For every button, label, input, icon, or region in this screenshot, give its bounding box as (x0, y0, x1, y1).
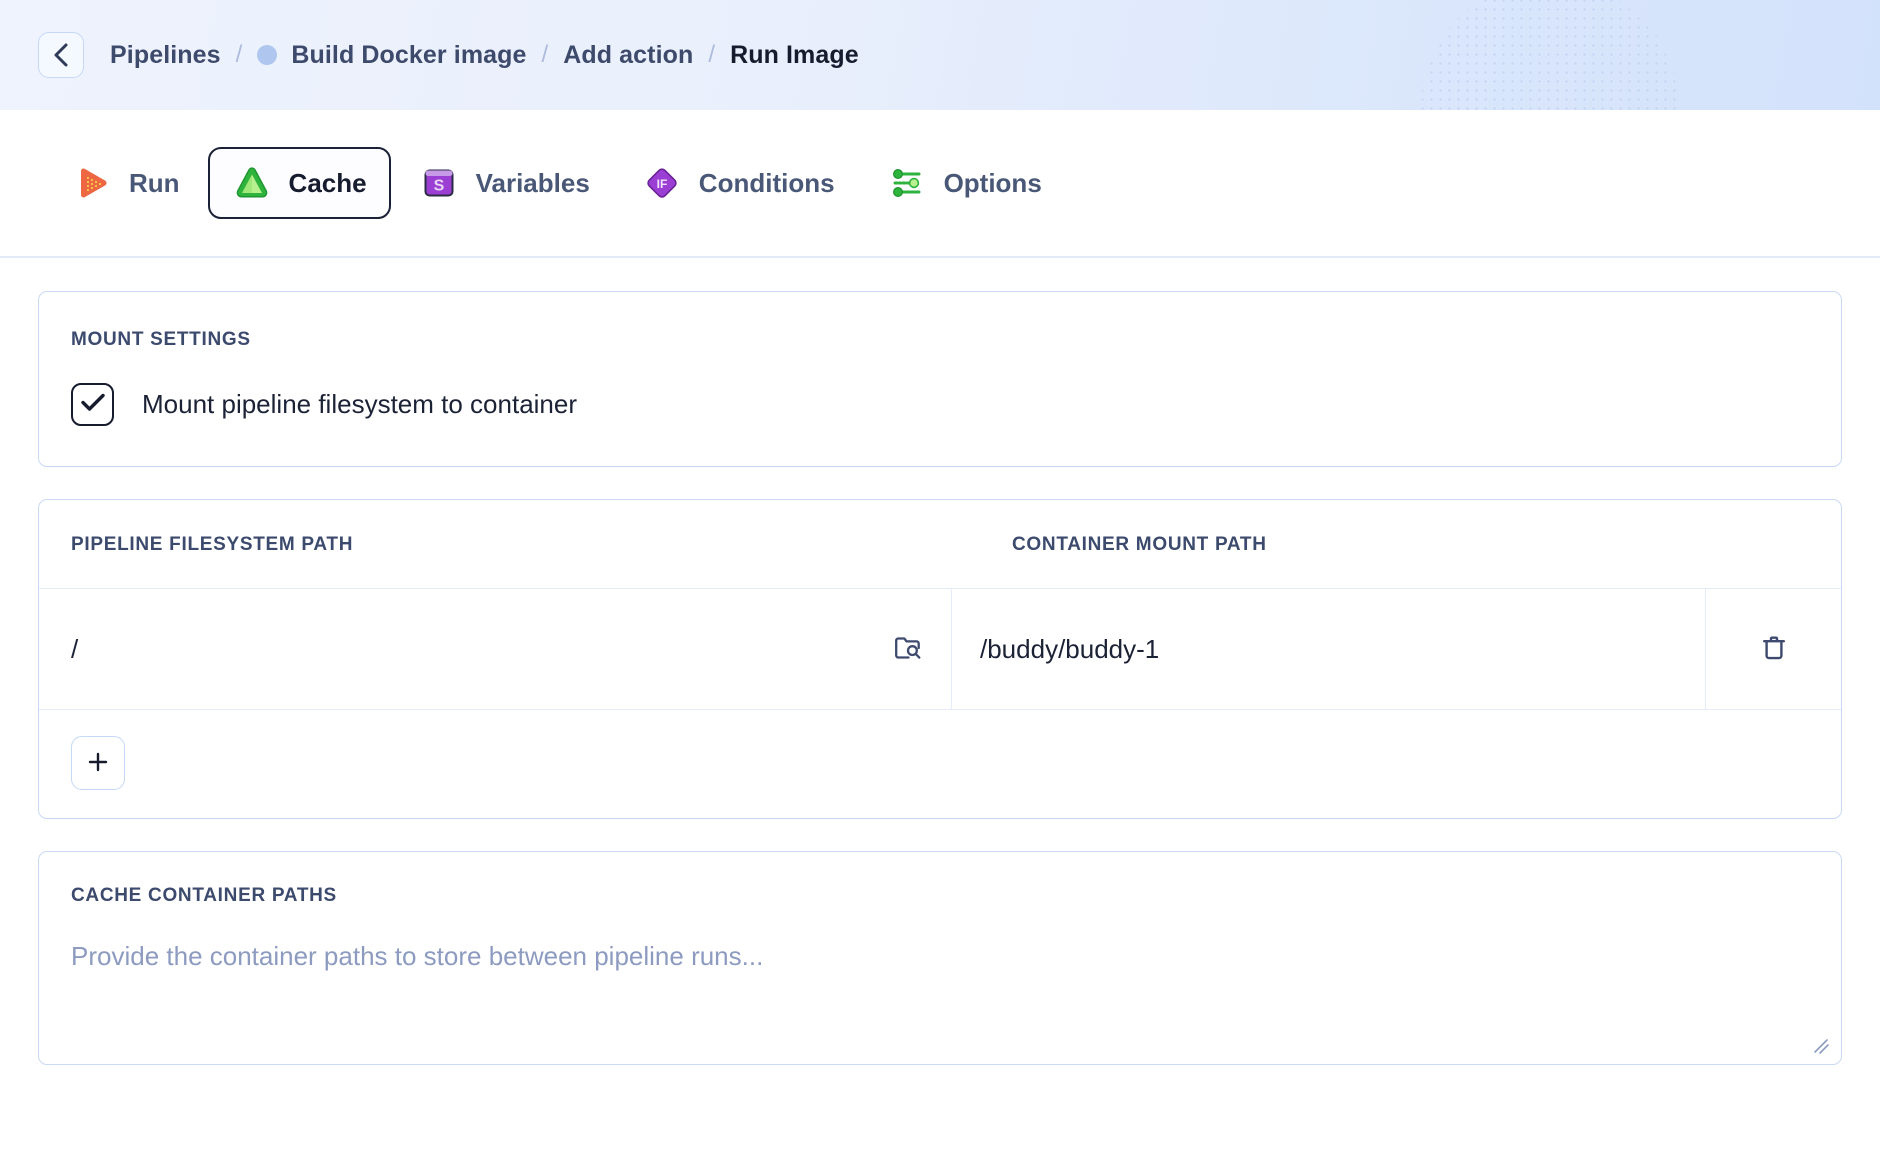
sliders-icon (887, 163, 927, 203)
column-header-pipeline-filesystem-path: PIPELINE FILESYSTEM PATH (71, 534, 354, 555)
main-content: MOUNT SETTINGS Mount pipeline filesystem… (0, 258, 1880, 1065)
trash-icon (1759, 633, 1789, 666)
container-path-value[interactable]: /buddy/buddy-1 (980, 634, 1159, 665)
play-icon (72, 163, 112, 203)
chevron-left-icon (50, 42, 72, 68)
action-tabs: Run Cache S Variables IF Conditions Opti… (0, 110, 1880, 258)
browse-filesystem-button[interactable] (889, 629, 927, 670)
tab-conditions[interactable]: IF Conditions (618, 147, 859, 219)
tab-run-label: Run (129, 167, 180, 198)
breadcrumb: Pipelines / Build Docker image / Add act… (110, 41, 859, 70)
mount-filesystem-row[interactable]: Mount pipeline filesystem to container (71, 383, 1809, 426)
breadcrumb-item-run-image: Run Image (730, 40, 859, 69)
breadcrumb-item-build-docker-image[interactable]: Build Docker image (291, 41, 526, 70)
mount-filesystem-label[interactable]: Mount pipeline filesystem to container (142, 389, 577, 420)
cache-container-paths-card: CACHE CONTAINER PATHS Provide the contai… (38, 851, 1842, 1065)
tab-cache-label: Cache (288, 167, 367, 198)
breadcrumb-separator: / (235, 41, 243, 68)
folder-search-icon (893, 633, 923, 666)
table-row: / /buddy/buddy-1 (39, 588, 1841, 710)
mount-settings-card: MOUNT SETTINGS Mount pipeline filesystem… (38, 291, 1842, 467)
svg-text:IF: IF (656, 177, 667, 191)
mount-settings-title: MOUNT SETTINGS (71, 329, 251, 350)
pipeline-path-value[interactable]: / (71, 634, 78, 665)
svg-text:S: S (433, 178, 444, 195)
resize-handle-icon[interactable] (1811, 1036, 1831, 1056)
cache-container-paths-title: CACHE CONTAINER PATHS (71, 885, 337, 906)
check-icon (80, 392, 106, 417)
tab-conditions-label: Conditions (698, 167, 835, 198)
breadcrumb-item-add-action[interactable]: Add action (563, 41, 693, 70)
mount-filesystem-checkbox[interactable] (71, 383, 114, 426)
cell-row-actions (1706, 589, 1841, 709)
cell-container-mount-path[interactable]: /buddy/buddy-1 (952, 589, 1706, 709)
tab-options-label: Options (943, 167, 1042, 198)
back-button[interactable] (38, 32, 84, 78)
column-header-container-mount-path: CONTAINER MOUNT PATH (1012, 534, 1267, 555)
mount-paths-table-footer (39, 710, 1841, 818)
tab-variables-label: Variables (475, 167, 590, 198)
cache-triangle-icon (232, 163, 272, 203)
mount-paths-table-header: PIPELINE FILESYSTEM PATH CONTAINER MOUNT… (39, 500, 1841, 588)
breadcrumb-item-pipelines[interactable]: Pipelines (110, 41, 221, 70)
breadcrumb-separator: / (708, 41, 716, 68)
page-header: Pipelines / Build Docker image / Add act… (0, 0, 1880, 110)
if-diamond-icon: IF (642, 163, 682, 203)
cell-pipeline-filesystem-path[interactable]: / (39, 589, 952, 709)
delete-row-button[interactable] (1755, 629, 1793, 670)
tab-run[interactable]: Run (48, 147, 204, 219)
add-mount-path-button[interactable] (71, 736, 125, 790)
plus-icon (86, 750, 110, 777)
tab-options[interactable]: Options (863, 147, 1066, 219)
breadcrumb-separator: / (541, 41, 549, 68)
tab-variables[interactable]: S Variables (395, 147, 614, 219)
dollar-variable-icon: S (419, 163, 459, 203)
tab-cache[interactable]: Cache (207, 147, 391, 219)
pipeline-status-dot (257, 45, 278, 65)
mount-paths-table-card: PIPELINE FILESYSTEM PATH CONTAINER MOUNT… (38, 499, 1842, 819)
cache-container-paths-input[interactable]: Provide the container paths to store bet… (71, 941, 1809, 972)
